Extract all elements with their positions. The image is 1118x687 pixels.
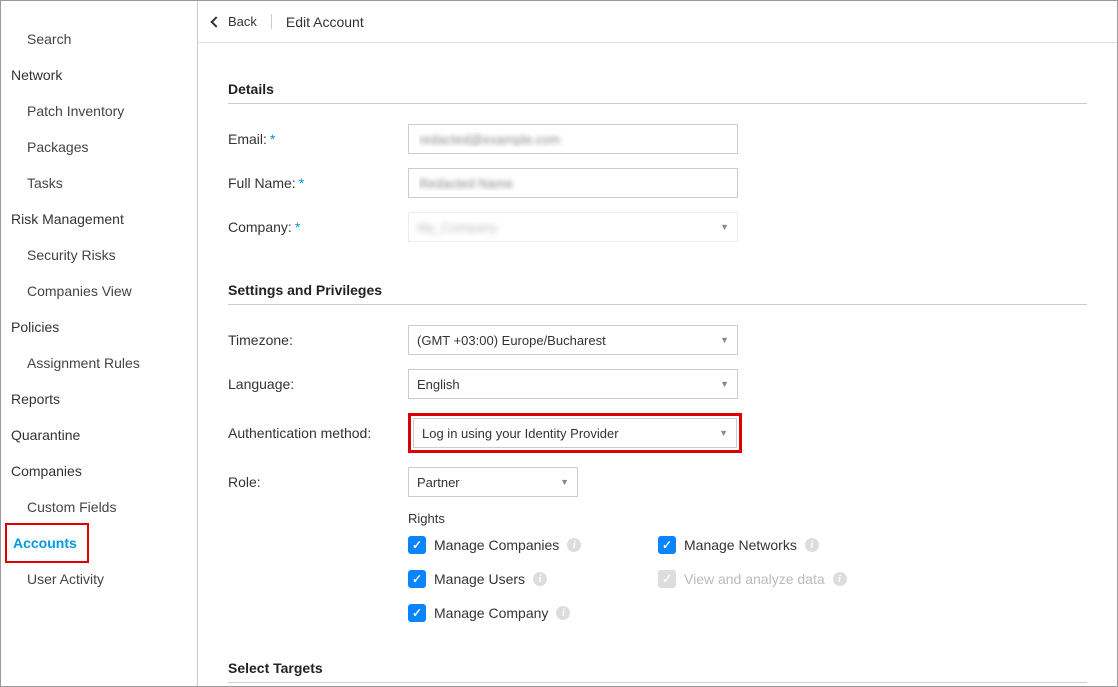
label-company: Company:* (228, 219, 408, 235)
info-icon[interactable]: i (833, 572, 847, 586)
sidebar-item-accounts[interactable]: Accounts (5, 523, 89, 563)
label-language: Language: (228, 376, 408, 392)
right-label: Manage Networks (684, 537, 797, 553)
email-field[interactable] (408, 124, 738, 154)
sidebar-item-user-activity[interactable]: User Activity (1, 561, 197, 597)
sidebar-item-companies[interactable]: Companies (1, 453, 197, 489)
sidebar-item-policies[interactable]: Policies (1, 309, 197, 345)
row-fullname: Full Name:* (228, 168, 1087, 198)
auth-select[interactable]: Log in using your Identity Provider ▼ (413, 418, 737, 448)
right-label: Manage Companies (434, 537, 559, 553)
caret-down-icon: ▼ (719, 428, 728, 438)
language-value: English (417, 377, 460, 392)
right-manage-users[interactable]: ✓ Manage Users i (408, 570, 658, 588)
label-auth: Authentication method: (228, 425, 408, 441)
content: Details Email:* Full Name:* Company:* My… (198, 43, 1117, 686)
auth-highlight: Log in using your Identity Provider ▼ (408, 413, 742, 453)
checkbox-icon[interactable]: ✓ (658, 536, 676, 554)
caret-down-icon: ▼ (720, 379, 729, 389)
row-role: Role: Partner ▼ (228, 467, 1087, 497)
topbar: Back Edit Account (198, 1, 1117, 43)
info-icon[interactable]: i (556, 606, 570, 620)
sidebar-item-network[interactable]: Network (1, 57, 197, 93)
right-label: Manage Users (434, 571, 525, 587)
checkbox-icon[interactable]: ✓ (408, 604, 426, 622)
sidebar-item-reports[interactable]: Reports (1, 381, 197, 417)
sidebar-item-patch-inventory[interactable]: Patch Inventory (1, 93, 197, 129)
right-manage-companies[interactable]: ✓ Manage Companies i (408, 536, 658, 554)
right-view-analyze: ✓ View and analyze data i (658, 570, 908, 588)
main: Back Edit Account Details Email:* Full N… (198, 1, 1117, 686)
fullname-field[interactable] (408, 168, 738, 198)
label-timezone: Timezone: (228, 332, 408, 348)
row-timezone: Timezone: (GMT +03:00) Europe/Bucharest … (228, 325, 1087, 355)
timezone-value: (GMT +03:00) Europe/Bucharest (417, 333, 606, 348)
sidebar-item-risk-management[interactable]: Risk Management (1, 201, 197, 237)
right-manage-company[interactable]: ✓ Manage Company i (408, 604, 658, 622)
company-value: My_Company (417, 220, 497, 235)
sidebar: Search Network Patch Inventory Packages … (1, 1, 198, 686)
caret-down-icon: ▼ (560, 477, 569, 487)
label-fullname: Full Name:* (228, 175, 408, 191)
right-label: View and analyze data (684, 571, 825, 587)
row-company: Company:* My_Company ▼ (228, 212, 1087, 242)
label-email: Email:* (228, 131, 408, 147)
right-label: Manage Company (434, 605, 548, 621)
info-icon[interactable]: i (533, 572, 547, 586)
section-details-header: Details (228, 81, 1087, 104)
chevron-left-icon (210, 16, 221, 27)
sidebar-item-assignment-rules[interactable]: Assignment Rules (1, 345, 197, 381)
sidebar-item-quarantine[interactable]: Quarantine (1, 417, 197, 453)
rights-header: Rights (408, 511, 1087, 526)
section-settings-header: Settings and Privileges (228, 282, 1087, 305)
checkbox-icon: ✓ (658, 570, 676, 588)
row-auth: Authentication method: Log in using your… (228, 413, 1087, 453)
row-language: Language: English ▼ (228, 369, 1087, 399)
sidebar-item-companies-view[interactable]: Companies View (1, 273, 197, 309)
caret-down-icon: ▼ (720, 335, 729, 345)
language-select[interactable]: English ▼ (408, 369, 738, 399)
auth-value: Log in using your Identity Provider (422, 426, 619, 441)
section-targets-header: Select Targets (228, 660, 1087, 683)
row-email: Email:* (228, 124, 1087, 154)
sidebar-item-security-risks[interactable]: Security Risks (1, 237, 197, 273)
page-title: Edit Account (286, 14, 364, 30)
required-mark: * (295, 219, 300, 235)
back-label: Back (228, 14, 257, 29)
sidebar-item-packages[interactable]: Packages (1, 129, 197, 165)
role-select[interactable]: Partner ▼ (408, 467, 578, 497)
sidebar-item-tasks[interactable]: Tasks (1, 165, 197, 201)
sidebar-item-search[interactable]: Search (1, 21, 197, 57)
label-role: Role: (228, 474, 408, 490)
caret-down-icon: ▼ (720, 222, 729, 232)
checkbox-icon[interactable]: ✓ (408, 536, 426, 554)
rights-area: Rights ✓ Manage Companies i ✓ Manage Net… (408, 511, 1087, 622)
required-mark: * (270, 131, 275, 147)
sidebar-item-custom-fields[interactable]: Custom Fields (1, 489, 197, 525)
role-value: Partner (417, 475, 460, 490)
checkbox-icon[interactable]: ✓ (408, 570, 426, 588)
company-select[interactable]: My_Company ▼ (408, 212, 738, 242)
back-button[interactable]: Back (212, 14, 272, 29)
info-icon[interactable]: i (567, 538, 581, 552)
timezone-select[interactable]: (GMT +03:00) Europe/Bucharest ▼ (408, 325, 738, 355)
required-mark: * (299, 175, 304, 191)
right-manage-networks[interactable]: ✓ Manage Networks i (658, 536, 908, 554)
info-icon[interactable]: i (805, 538, 819, 552)
